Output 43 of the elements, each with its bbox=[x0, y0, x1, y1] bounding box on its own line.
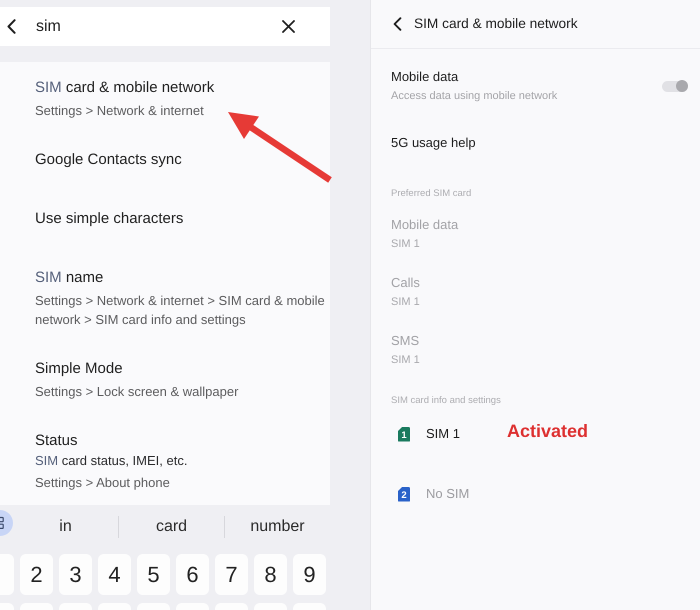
keyboard-key[interactable]: 8 bbox=[254, 554, 287, 595]
result-title[interactable]: Google Contacts sync bbox=[35, 150, 182, 170]
word-suggestion[interactable]: number bbox=[250, 516, 305, 536]
result-title[interactable]: SIM card & mobile network bbox=[35, 78, 214, 98]
word-suggestion[interactable]: card bbox=[156, 516, 188, 536]
sim-card-badge: 1 bbox=[398, 426, 410, 442]
grid-icon[interactable] bbox=[0, 510, 13, 536]
setting-value: SIM 1 bbox=[391, 236, 420, 252]
chevron-left-icon bbox=[393, 17, 402, 31]
search-field[interactable]: sim bbox=[36, 16, 273, 38]
sim-card-badge: 2 bbox=[398, 486, 410, 502]
word-suggestion[interactable]: in bbox=[59, 516, 72, 536]
keyboard-key[interactable]: 2 bbox=[20, 554, 53, 595]
result-title[interactable]: SIM name bbox=[35, 268, 104, 288]
result-title[interactable]: Simple Mode bbox=[35, 359, 123, 379]
back-button[interactable] bbox=[5, 18, 17, 36]
result-title[interactable]: Use simple characters bbox=[35, 209, 184, 229]
keyboard-key[interactable]: 5 bbox=[137, 554, 170, 595]
clear-button[interactable] bbox=[281, 19, 296, 34]
chevron-left-icon bbox=[6, 19, 16, 34]
search-bar[interactable]: sim bbox=[0, 7, 330, 46]
result-title[interactable]: Status bbox=[35, 431, 78, 451]
result-path: Settings > Lock screen & wallpaper bbox=[35, 383, 238, 401]
close-icon bbox=[282, 20, 295, 33]
setting-summary: Access data using mobile network bbox=[391, 89, 558, 104]
back-button[interactable] bbox=[393, 17, 402, 31]
result-summary: SIM card status, IMEI, etc. bbox=[35, 452, 188, 470]
callout-label: Activated bbox=[507, 420, 588, 442]
sim-name[interactable]: SIM 1 bbox=[426, 425, 460, 443]
result-path: Settings > Network & internet bbox=[35, 102, 204, 120]
result-path: Settings > About phone bbox=[35, 474, 170, 492]
result-path: Settings > Network & internet > SIM card & mobile network > SIM card info and settings bbox=[35, 292, 326, 329]
section-header: SIM card info and settings bbox=[391, 394, 501, 408]
keyboard-key[interactable]: 4 bbox=[98, 554, 131, 595]
setting-value: SIM 1 bbox=[391, 352, 420, 368]
keyboard-key[interactable]: 3 bbox=[59, 554, 92, 595]
setting-value: SIM 1 bbox=[391, 294, 420, 310]
keyboard-key[interactable]: 6 bbox=[176, 554, 209, 595]
keyboard-key[interactable]: 9 bbox=[293, 554, 326, 595]
section-header: Preferred SIM card bbox=[391, 186, 472, 200]
setting-title[interactable]: 5G usage help bbox=[391, 134, 476, 152]
keyboard-key[interactable]: 7 bbox=[215, 554, 248, 595]
panel-title: SIM card & mobile network bbox=[414, 15, 578, 33]
